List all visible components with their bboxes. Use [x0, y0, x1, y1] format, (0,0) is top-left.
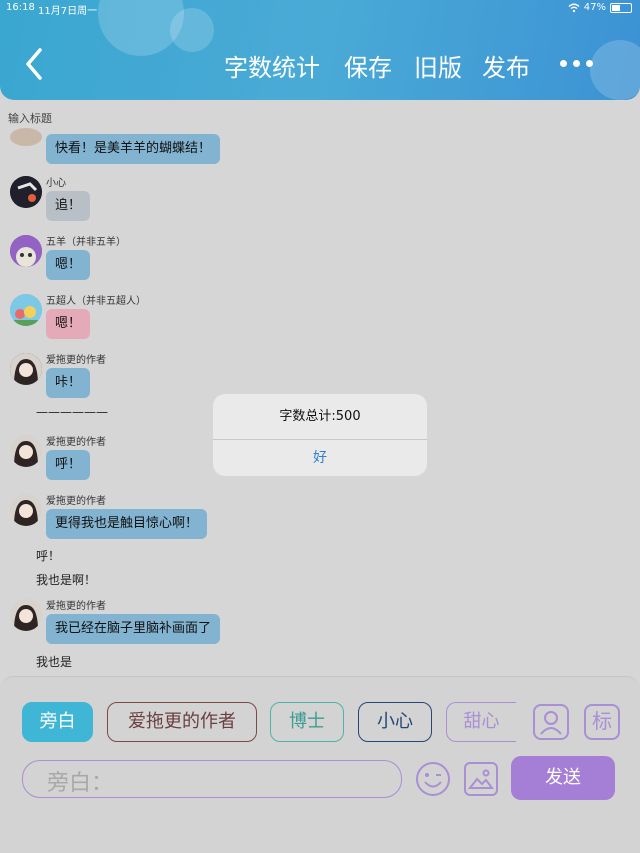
image-picker-button[interactable]	[464, 762, 498, 796]
image-icon	[467, 769, 494, 789]
status-bar: 16:18 11月7日周一 47%	[6, 2, 632, 17]
message-bubble[interactable]: 我已经在脑子里脑补画面了	[46, 614, 221, 644]
sender-name: 五羊（并非五羊）	[46, 237, 126, 248]
send-button[interactable]: 发送	[511, 756, 615, 800]
word-count-button[interactable]: 字数统计	[224, 48, 320, 83]
narration-text[interactable]: 我也是啊！	[36, 571, 96, 588]
role-chip-author[interactable]: 爱拖更的作者	[107, 702, 257, 742]
role-chip-tianxin[interactable]: 甜心	[446, 702, 516, 742]
add-character-button[interactable]	[533, 704, 569, 740]
status-time: 16:18	[6, 2, 35, 13]
wifi-icon	[568, 3, 580, 12]
narration-text[interactable]: 呼！	[36, 547, 60, 564]
avatar	[10, 353, 42, 385]
message-bubble[interactable]: 快看！是美羊羊的蝴蝶结！	[46, 134, 221, 164]
title-input[interactable]: 输入标题	[8, 110, 52, 126]
narration-text[interactable]: ——————	[36, 405, 108, 419]
input-placeholder: 旁白：	[47, 771, 114, 796]
status-date: 11月7日周一	[38, 6, 98, 17]
message-bubble[interactable]: 追！	[46, 191, 91, 221]
avatar	[10, 494, 42, 526]
sender-name: 五超人（并非五超人）	[46, 296, 146, 307]
sender-name: 爱拖更的作者	[46, 437, 106, 448]
avatar	[10, 294, 42, 326]
publish-button[interactable]: 发布	[482, 48, 530, 83]
sender-name: 爱拖更的作者	[46, 496, 106, 507]
avatar	[10, 599, 42, 631]
decor-circle	[590, 40, 640, 100]
person-icon	[540, 711, 562, 735]
save-button[interactable]: 保存	[344, 48, 392, 83]
word-count-alert: 字数总计:500 好	[213, 394, 427, 476]
emoji-icon[interactable]	[414, 760, 452, 798]
message-bubble[interactable]: 呼！	[46, 450, 91, 480]
old-version-button[interactable]: 旧版	[414, 48, 462, 83]
avatar	[10, 176, 42, 208]
avatar	[10, 435, 42, 467]
alert-ok-button[interactable]: 好	[213, 440, 427, 476]
sender-name: 爱拖更的作者	[46, 601, 106, 612]
role-chip-doctor[interactable]: 博士	[270, 702, 344, 742]
role-chip-narrator[interactable]: 旁白	[22, 702, 93, 742]
battery-percent: 47%	[583, 2, 606, 13]
status-right: 47%	[568, 2, 632, 13]
alert-message: 字数总计:500	[213, 394, 427, 440]
narration-text[interactable]: 我也是	[36, 653, 72, 670]
more-options-icon[interactable]	[560, 60, 593, 67]
sender-name: 小心	[46, 178, 66, 189]
message-input[interactable]: 旁白：	[22, 760, 402, 798]
avatar	[10, 235, 42, 267]
message-bubble[interactable]: 咔！	[46, 368, 91, 398]
sender-name: 爱拖更的作者	[46, 355, 106, 366]
message-bubble[interactable]: 更得我也是触目惊心啊！	[46, 509, 208, 539]
tag-button[interactable]: 标	[584, 704, 620, 740]
role-chip-xiaoxin[interactable]: 小心	[358, 702, 432, 742]
message-bubble[interactable]: 嗯！	[46, 250, 91, 280]
avatar	[10, 128, 42, 146]
top-bar: 16:18 11月7日周一 47% 字数统计 保存 旧版 发布	[0, 0, 640, 100]
back-arrow-icon[interactable]	[20, 46, 50, 82]
battery-icon	[610, 2, 632, 13]
message-bubble[interactable]: 嗯！	[46, 309, 91, 339]
